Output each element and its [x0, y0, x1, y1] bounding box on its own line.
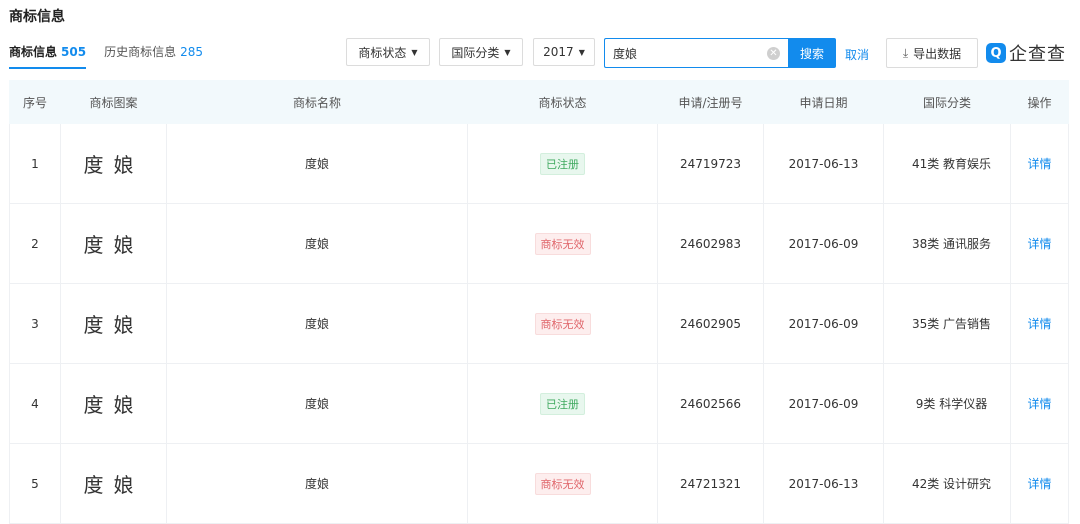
clear-icon[interactable]: ✕ — [767, 47, 780, 60]
trademark-image: 度娘 — [60, 363, 167, 444]
export-label: 导出数据 — [913, 46, 962, 61]
cell-action: 详情 — [1010, 443, 1069, 524]
cell-date: 2017-06-13 — [763, 443, 884, 524]
status-filter-dropdown[interactable]: 商标状态 ▼ — [346, 38, 430, 66]
cell-name: 度娘 — [166, 123, 468, 204]
tab-label: 历史商标信息 — [104, 45, 177, 59]
cell-date: 2017-06-13 — [763, 123, 884, 204]
cell-index: 1 — [9, 123, 61, 204]
col-header-class: 国际分类 — [883, 80, 1011, 124]
download-icon: ⤓ — [902, 45, 909, 60]
trademark-image: 度娘 — [60, 283, 167, 364]
col-header-date: 申请日期 — [763, 80, 884, 124]
caret-down-icon: ▼ — [578, 47, 585, 57]
cell-class: 42类 设计研究 — [883, 443, 1011, 524]
cell-reg-no: 24602566 — [657, 363, 764, 444]
detail-link[interactable]: 详情 — [1027, 157, 1051, 171]
cell-class: 35类 广告销售 — [883, 283, 1011, 364]
detail-link[interactable]: 详情 — [1027, 237, 1051, 251]
col-header-action: 操作 — [1010, 80, 1069, 124]
table-row: 3 度娘 度娘 商标无效 24602905 2017-06-09 35类 广告销… — [9, 283, 1069, 364]
cell-class: 41类 教育娱乐 — [883, 123, 1011, 204]
cell-reg-no: 24602905 — [657, 283, 764, 364]
cell-index: 2 — [9, 203, 61, 284]
page-title: 商标信息 — [9, 9, 65, 25]
logo-text: 企查查 — [1009, 44, 1066, 65]
status-badge: 商标无效 — [534, 232, 591, 255]
logo-mark-icon: Q — [986, 43, 1006, 63]
cell-status: 已注册 — [467, 363, 658, 444]
cell-action: 详情 — [1010, 363, 1069, 444]
table-row: 2 度娘 度娘 商标无效 24602983 2017-06-09 38类 通讯服… — [9, 203, 1069, 284]
tab-count: 505 — [61, 45, 87, 59]
search-input[interactable] — [605, 39, 771, 67]
tab-trademark-info[interactable]: 商标信息 505 — [9, 43, 87, 69]
status-badge: 已注册 — [540, 152, 585, 175]
cell-index: 5 — [9, 443, 61, 524]
tab-history-trademark-info[interactable]: 历史商标信息 285 — [104, 43, 203, 69]
cell-name: 度娘 — [166, 443, 468, 524]
cell-action: 详情 — [1010, 123, 1069, 204]
cell-reg-no: 24721321 — [657, 443, 764, 524]
table-row: 5 度娘 度娘 商标无效 24721321 2017-06-13 42类 设计研… — [9, 443, 1069, 524]
detail-link[interactable]: 详情 — [1027, 397, 1051, 411]
detail-link[interactable]: 详情 — [1027, 477, 1051, 491]
caret-down-icon: ▼ — [411, 47, 418, 57]
table-row: 1 度娘 度娘 已注册 24719723 2017-06-13 41类 教育娱乐… — [9, 123, 1069, 204]
cell-index: 4 — [9, 363, 61, 444]
cell-name: 度娘 — [166, 203, 468, 284]
status-badge: 已注册 — [540, 392, 585, 415]
col-header-reg-no: 申请/注册号 — [657, 80, 764, 124]
cell-class: 38类 通讯服务 — [883, 203, 1011, 284]
search-box: ✕ — [604, 38, 788, 68]
search-button[interactable]: 搜索 — [788, 38, 836, 68]
cell-class: 9类 科学仪器 — [883, 363, 1011, 444]
cell-status: 已注册 — [467, 123, 658, 204]
cell-status: 商标无效 — [467, 443, 658, 524]
cell-reg-no: 24602983 — [657, 203, 764, 284]
status-filter-label: 商标状态 — [358, 45, 407, 60]
trademark-image: 度娘 — [60, 203, 167, 284]
table-header-row: 序号 商标图案 商标名称 商标状态 申请/注册号 申请日期 国际分类 操作 — [9, 80, 1069, 124]
cell-status: 商标无效 — [467, 203, 658, 284]
cell-date: 2017-06-09 — [763, 363, 884, 444]
cell-reg-no: 24719723 — [657, 123, 764, 204]
caret-down-icon: ▼ — [504, 47, 511, 57]
cell-date: 2017-06-09 — [763, 283, 884, 364]
cell-index: 3 — [9, 283, 61, 364]
status-badge: 商标无效 — [534, 472, 591, 495]
trademark-image: 度娘 — [60, 123, 167, 204]
cell-name: 度娘 — [166, 363, 468, 444]
cell-action: 详情 — [1010, 203, 1069, 284]
tab-label: 商标信息 — [9, 45, 58, 59]
col-header-image: 商标图案 — [60, 80, 167, 124]
col-header-status: 商标状态 — [467, 80, 658, 124]
table-row: 4 度娘 度娘 已注册 24602566 2017-06-09 9类 科学仪器 … — [9, 363, 1069, 444]
trademark-image: 度娘 — [60, 443, 167, 524]
detail-link[interactable]: 详情 — [1027, 317, 1051, 331]
status-badge: 商标无效 — [534, 312, 591, 335]
class-filter-dropdown[interactable]: 国际分类 ▼ — [439, 38, 523, 66]
logo: Q 企查查 — [986, 40, 1066, 66]
year-filter-dropdown[interactable]: 2017 ▼ — [533, 38, 595, 66]
trademark-table: 序号 商标图案 商标名称 商标状态 申请/注册号 申请日期 国际分类 操作 1 … — [9, 80, 1069, 524]
cancel-link[interactable]: 取消 — [845, 46, 869, 63]
year-filter-value: 2017 — [543, 45, 574, 59]
tab-count: 285 — [180, 45, 203, 59]
cell-status: 商标无效 — [467, 283, 658, 364]
col-header-index: 序号 — [9, 80, 61, 124]
col-header-name: 商标名称 — [166, 80, 468, 124]
cell-action: 详情 — [1010, 283, 1069, 364]
tab-bar: 商标信息 505 历史商标信息 285 — [9, 43, 221, 69]
export-data-button[interactable]: ⤓ 导出数据 — [886, 38, 978, 68]
class-filter-label: 国际分类 — [451, 45, 500, 60]
cell-name: 度娘 — [166, 283, 468, 364]
cell-date: 2017-06-09 — [763, 203, 884, 284]
